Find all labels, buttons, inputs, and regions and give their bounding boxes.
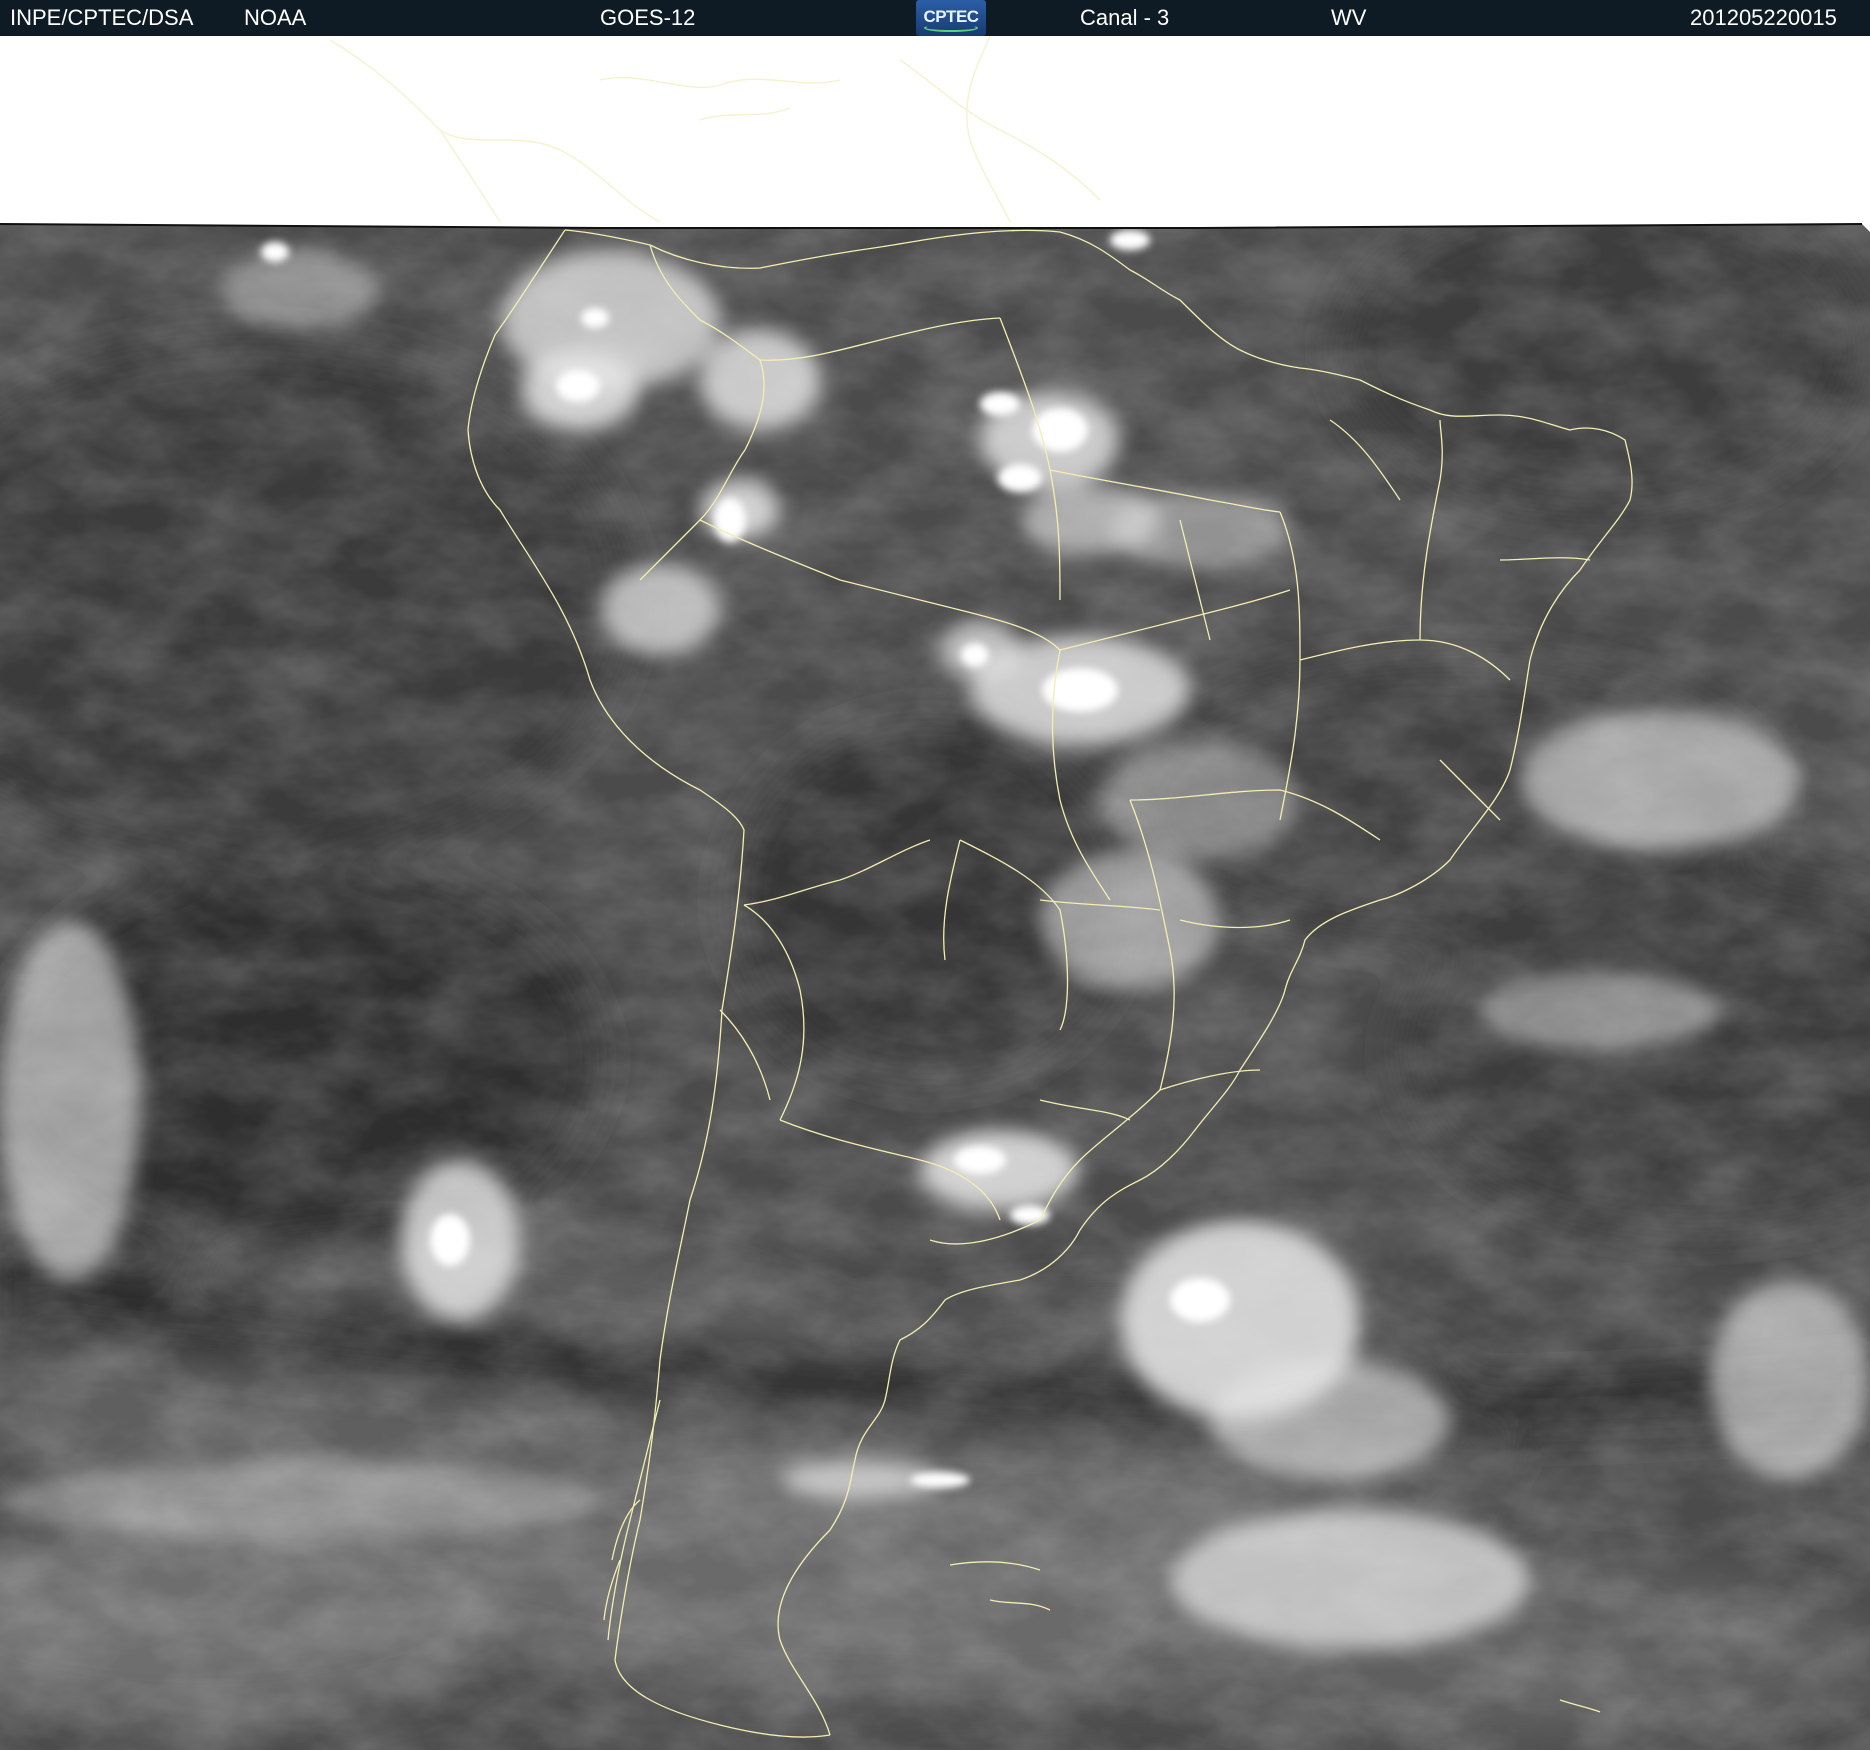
channel-label: Canal - 3 <box>1080 5 1170 30</box>
logo-text: CPTEC <box>923 7 979 26</box>
cptec-logo: CPTEC <box>916 0 986 36</box>
satellite-image-frame: INPE/CPTEC/DSA NOAA GOES-12 CPTEC Canal … <box>0 0 1870 1750</box>
satellite-image <box>0 35 1870 1750</box>
water-vapor-field <box>0 224 1870 1750</box>
satellite-label: GOES-12 <box>600 5 696 30</box>
timestamp-label: 201205220015 <box>1690 5 1837 30</box>
institution-label: INPE/CPTEC/DSA <box>10 5 194 30</box>
band-label: WV <box>1331 5 1367 30</box>
agency-label: NOAA <box>244 5 307 30</box>
header-bar: INPE/CPTEC/DSA NOAA GOES-12 CPTEC Canal … <box>0 0 1870 36</box>
